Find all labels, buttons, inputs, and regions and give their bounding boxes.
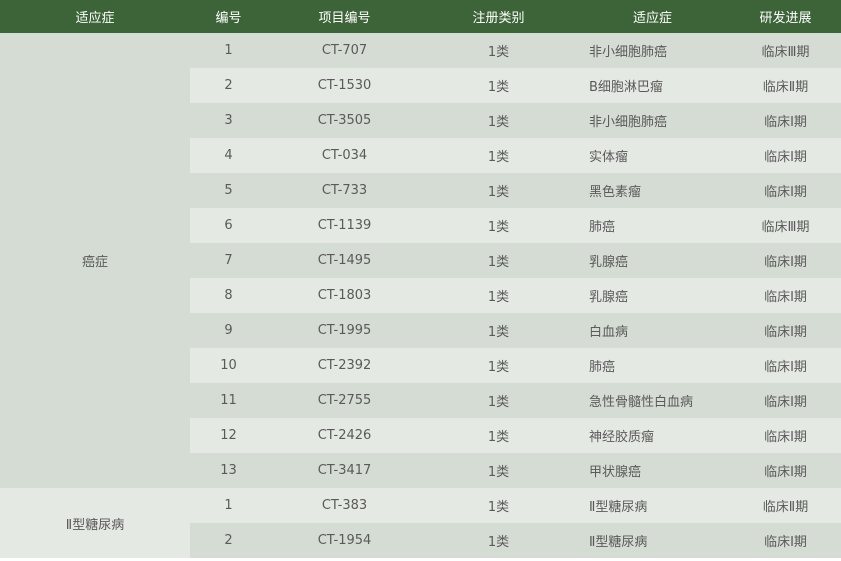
cell-ind: 实体瘤: [575, 138, 730, 173]
cell-reg: 1类: [422, 523, 575, 558]
cell-stage: 临床Ⅰ期: [730, 278, 841, 313]
cell-stage: 临床Ⅰ期: [730, 313, 841, 348]
cell-code: CT-1530: [267, 68, 422, 103]
cell-ind: 黑色素瘤: [575, 173, 730, 208]
cell-ind: Ⅱ型糖尿病: [575, 488, 730, 523]
cell-num: 6: [190, 208, 267, 243]
table-body: 癌症 1 CT-707 1类 非小细胞肺癌 临床Ⅲ期 2 CT-1530 1类 B细胞淋巴瘤 临床Ⅱ…: [0, 33, 841, 558]
cell-reg: 1类: [422, 418, 575, 453]
cell-reg: 1类: [422, 208, 575, 243]
cell-code: CT-2392: [267, 348, 422, 383]
cell-ind: 神经胶质瘤: [575, 418, 730, 453]
cell-stage: 临床Ⅰ期: [730, 383, 841, 418]
cell-reg: 1类: [422, 138, 575, 173]
cell-num: 1: [190, 488, 267, 523]
cell-num: 8: [190, 278, 267, 313]
cell-reg: 1类: [422, 33, 575, 68]
cell-ind: 非小细胞肺癌: [575, 103, 730, 138]
cell-code: CT-2426: [267, 418, 422, 453]
cell-code: CT-1803: [267, 278, 422, 313]
cell-code: CT-1954: [267, 523, 422, 558]
cell-stage: 临床Ⅰ期: [730, 103, 841, 138]
cell-code: CT-3505: [267, 103, 422, 138]
cell-code: CT-707: [267, 33, 422, 68]
cell-num: 9: [190, 313, 267, 348]
header-row: 适应症 编号 项目编号 注册类别 适应症 研发进展: [0, 0, 841, 33]
cell-ind: B细胞淋巴瘤: [575, 68, 730, 103]
cell-reg: 1类: [422, 173, 575, 208]
cell-code: CT-1995: [267, 313, 422, 348]
group-cell: Ⅱ型糖尿病: [0, 488, 190, 558]
cell-num: 1: [190, 33, 267, 68]
cell-num: 2: [190, 68, 267, 103]
cell-stage: 临床Ⅰ期: [730, 173, 841, 208]
header-stage: 研发进展: [730, 0, 841, 33]
table-header: 适应症 编号 项目编号 注册类别 适应症 研发进展: [0, 0, 841, 33]
cell-code: CT-2755: [267, 383, 422, 418]
cell-stage: 临床Ⅰ期: [730, 453, 841, 488]
cell-reg: 1类: [422, 68, 575, 103]
cell-code: CT-3417: [267, 453, 422, 488]
cell-reg: 1类: [422, 103, 575, 138]
cell-num: 12: [190, 418, 267, 453]
cell-reg: 1类: [422, 278, 575, 313]
header-reg: 注册类别: [422, 0, 575, 33]
cell-code: CT-1495: [267, 243, 422, 278]
header-group: 适应症: [0, 0, 190, 33]
cell-reg: 1类: [422, 383, 575, 418]
cell-stage: 临床Ⅰ期: [730, 418, 841, 453]
cell-num: 3: [190, 103, 267, 138]
cell-code: CT-1139: [267, 208, 422, 243]
cell-stage: 临床Ⅰ期: [730, 243, 841, 278]
header-code: 项目编号: [267, 0, 422, 33]
pipeline-table: 适应症 编号 项目编号 注册类别 适应症 研发进展 癌症 1 CT-707 1类 非小细…: [0, 0, 841, 558]
cell-stage: 临床Ⅲ期: [730, 208, 841, 243]
cell-stage: 临床Ⅰ期: [730, 138, 841, 173]
cell-ind: 乳腺癌: [575, 278, 730, 313]
cell-stage: 临床Ⅲ期: [730, 33, 841, 68]
cell-num: 13: [190, 453, 267, 488]
cell-num: 2: [190, 523, 267, 558]
cell-ind: 乳腺癌: [575, 243, 730, 278]
cell-ind: 急性骨髓性白血病: [575, 383, 730, 418]
cell-num: 4: [190, 138, 267, 173]
cell-num: 7: [190, 243, 267, 278]
cell-ind: 肺癌: [575, 208, 730, 243]
cell-stage: 临床Ⅰ期: [730, 523, 841, 558]
cell-ind: 白血病: [575, 313, 730, 348]
cell-ind: Ⅱ型糖尿病: [575, 523, 730, 558]
cell-num: 11: [190, 383, 267, 418]
cell-ind: 甲状腺癌: [575, 453, 730, 488]
table-row: Ⅱ型糖尿病 1 CT-383 1类 Ⅱ型糖尿病 临床Ⅱ期: [0, 488, 841, 558]
cell-reg: 1类: [422, 313, 575, 348]
group-cell: 癌症: [0, 33, 190, 488]
cell-stage: 临床Ⅱ期: [730, 488, 841, 523]
cell-reg: 1类: [422, 348, 575, 383]
cell-ind: 肺癌: [575, 348, 730, 383]
cell-stage: 临床Ⅰ期: [730, 348, 841, 383]
cell-reg: 1类: [422, 453, 575, 488]
cell-num: 10: [190, 348, 267, 383]
cell-reg: 1类: [422, 243, 575, 278]
table-row: 癌症 1 CT-707 1类 非小细胞肺癌 临床Ⅲ期: [0, 33, 841, 488]
header-num: 编号: [190, 0, 267, 33]
header-ind: 适应症: [575, 0, 730, 33]
cell-code: CT-034: [267, 138, 422, 173]
cell-num: 5: [190, 173, 267, 208]
cell-code: CT-733: [267, 173, 422, 208]
cell-code: CT-383: [267, 488, 422, 523]
cell-ind: 非小细胞肺癌: [575, 33, 730, 68]
cell-stage: 临床Ⅱ期: [730, 68, 841, 103]
cell-reg: 1类: [422, 488, 575, 523]
